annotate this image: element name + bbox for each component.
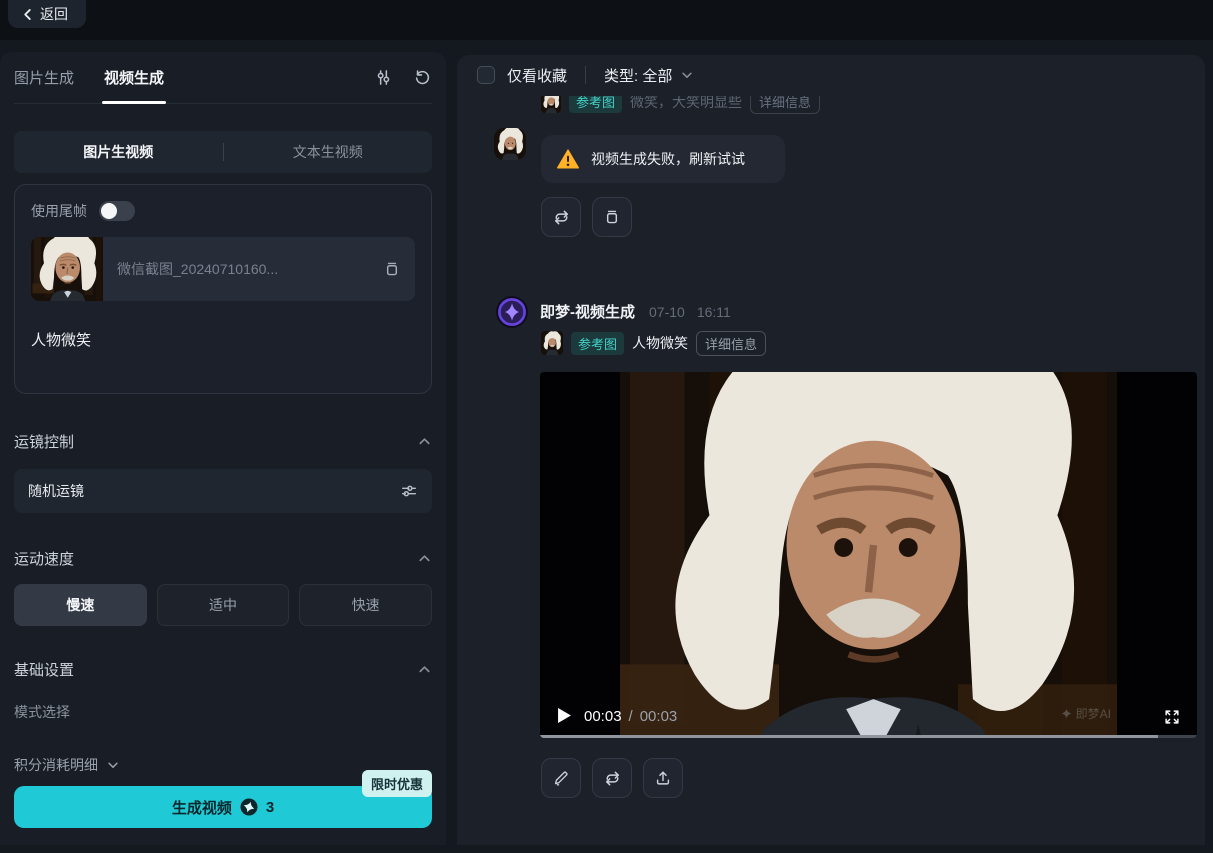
back-button[interactable]: 返回 bbox=[8, 0, 86, 28]
end-frame-toggle[interactable] bbox=[99, 201, 135, 221]
delete-button[interactable] bbox=[592, 197, 632, 237]
basic-settings-section-header: 基础设置 bbox=[14, 659, 432, 680]
panel-toolbar bbox=[374, 68, 432, 87]
video-frame bbox=[620, 372, 1117, 738]
clipped-message-reference-row: 参考图 微笑，大笑明显些 详细信息 bbox=[541, 96, 820, 117]
playback-time: 00:03 / 00:03 bbox=[584, 708, 677, 725]
watermark: 即梦AI bbox=[1061, 705, 1111, 722]
failed-message-avatar bbox=[494, 128, 526, 160]
feed-filter-bar: 仅看收藏 类型: 全部 bbox=[457, 55, 1205, 95]
input-card: 使用尾帧 bbox=[14, 184, 432, 394]
mode-select-label: 模式选择 bbox=[14, 702, 432, 722]
fullscreen-icon[interactable] bbox=[1163, 708, 1181, 726]
chevron-down-icon bbox=[680, 68, 694, 82]
settings-sliders-icon[interactable] bbox=[374, 68, 393, 87]
watermark-text: 即梦AI bbox=[1076, 705, 1111, 722]
prompt-text[interactable]: 人物微笑 bbox=[31, 329, 415, 350]
generation-settings-panel: 图片生成 视频生成 图片生视频 文本生视频 使用尾帧 bbox=[0, 52, 446, 845]
regenerate-button[interactable] bbox=[592, 758, 632, 798]
details-button[interactable]: 详细信息 bbox=[750, 96, 820, 114]
generation-failed-card: 视频生成失败，刷新试试 bbox=[541, 135, 785, 183]
top-bar: 返回 bbox=[0, 0, 1213, 40]
reference-image-badge: 参考图 bbox=[569, 96, 622, 113]
uploaded-file-name: 微信截图_20240710160... bbox=[103, 259, 383, 279]
credits-detail-toggle[interactable]: 积分消耗明细 bbox=[14, 755, 120, 775]
credit-coin-icon bbox=[240, 798, 258, 816]
reset-icon[interactable] bbox=[413, 68, 432, 87]
filter-divider bbox=[585, 66, 586, 84]
type-filter-label: 类型: 全部 bbox=[604, 65, 672, 86]
chevron-down-icon bbox=[106, 758, 120, 772]
progress-played bbox=[540, 735, 1158, 738]
subtab-image-to-video[interactable]: 图片生视频 bbox=[14, 142, 223, 162]
message-date: 07-10 bbox=[649, 304, 685, 320]
basic-settings-title: 基础设置 bbox=[14, 659, 74, 680]
generated-video-player[interactable]: 00:03 / 00:03 即梦AI bbox=[540, 372, 1197, 738]
failed-message-actions bbox=[541, 197, 632, 237]
result-actions bbox=[541, 758, 683, 798]
uploaded-image-row[interactable]: 微信截图_20240710160... bbox=[31, 237, 415, 301]
generate-cost: 3 bbox=[266, 799, 274, 816]
camera-movement-select[interactable]: 随机运镜 bbox=[14, 469, 432, 513]
reference-image-thumbnail[interactable] bbox=[541, 331, 563, 355]
speed-option-medium[interactable]: 适中 bbox=[157, 584, 290, 626]
speed-option-fast[interactable]: 快速 bbox=[299, 584, 432, 626]
end-frame-label: 使用尾帧 bbox=[31, 201, 87, 221]
clipped-prompt-text: 微笑，大笑明显些 bbox=[630, 96, 742, 112]
speed-options: 慢速 适中 快速 bbox=[14, 584, 432, 626]
favorites-only-checkbox[interactable] bbox=[477, 66, 495, 84]
regenerate-button[interactable] bbox=[541, 197, 581, 237]
chevron-up-icon[interactable] bbox=[417, 434, 432, 449]
motion-speed-section-header: 运动速度 bbox=[14, 548, 432, 569]
generate-video-label: 生成视频 bbox=[172, 797, 232, 818]
limited-offer-badge: 限时优惠 bbox=[362, 770, 432, 797]
chevron-up-icon[interactable] bbox=[417, 662, 432, 677]
camera-control-section-header: 运镜控制 bbox=[14, 431, 432, 452]
reference-image-thumbnail bbox=[541, 96, 561, 113]
delete-image-icon[interactable] bbox=[383, 260, 401, 278]
toggle-knob bbox=[101, 203, 117, 219]
time-separator: / bbox=[629, 708, 633, 725]
end-frame-row: 使用尾帧 bbox=[31, 201, 415, 221]
camera-control-title: 运镜控制 bbox=[14, 431, 74, 452]
type-filter-dropdown[interactable]: 类型: 全部 bbox=[604, 65, 694, 86]
reference-image-badge: 参考图 bbox=[571, 332, 624, 355]
speed-option-slow[interactable]: 慢速 bbox=[14, 584, 147, 626]
details-button[interactable]: 详细信息 bbox=[696, 331, 766, 356]
history-feed-panel: 仅看收藏 类型: 全部 参考图 微笑，大笑明显些 详细信息 bbox=[457, 55, 1205, 845]
chevron-left-icon bbox=[22, 8, 33, 21]
message-author: 即梦-视频生成 bbox=[540, 301, 635, 322]
reference-info-row: 参考图 人物微笑 详细信息 bbox=[541, 331, 766, 355]
app-avatar bbox=[496, 296, 528, 328]
credits-detail-label: 积分消耗明细 bbox=[14, 755, 98, 775]
message-time: 16:11 bbox=[697, 304, 731, 320]
back-label: 返回 bbox=[40, 4, 68, 24]
generation-failed-text: 视频生成失败，刷新试试 bbox=[591, 149, 745, 169]
mode-switcher: 图片生视频 文本生视频 bbox=[14, 131, 432, 173]
edit-button[interactable] bbox=[541, 758, 581, 798]
tab-video-generation[interactable]: 视频生成 bbox=[104, 67, 164, 88]
message-header: 即梦-视频生成 07-10 16:11 bbox=[540, 301, 731, 322]
result-prompt-text: 人物微笑 bbox=[632, 333, 688, 353]
current-time: 00:03 bbox=[584, 708, 622, 725]
favorites-only-label: 仅看收藏 bbox=[507, 65, 567, 86]
motion-speed-title: 运动速度 bbox=[14, 548, 74, 569]
uploaded-image-thumbnail bbox=[31, 237, 103, 301]
tab-image-generation[interactable]: 图片生成 bbox=[14, 67, 74, 88]
play-icon[interactable] bbox=[558, 708, 571, 723]
camera-movement-value: 随机运镜 bbox=[28, 481, 400, 501]
subtab-text-to-video[interactable]: 文本生视频 bbox=[224, 142, 433, 162]
chevron-up-icon[interactable] bbox=[417, 551, 432, 566]
sliders-horizontal-icon bbox=[400, 482, 418, 500]
export-button[interactable] bbox=[643, 758, 683, 798]
video-progress-bar[interactable] bbox=[540, 735, 1197, 738]
generation-tabs: 图片生成 视频生成 bbox=[14, 52, 432, 104]
total-duration: 00:03 bbox=[640, 708, 678, 725]
warning-icon bbox=[557, 149, 579, 169]
